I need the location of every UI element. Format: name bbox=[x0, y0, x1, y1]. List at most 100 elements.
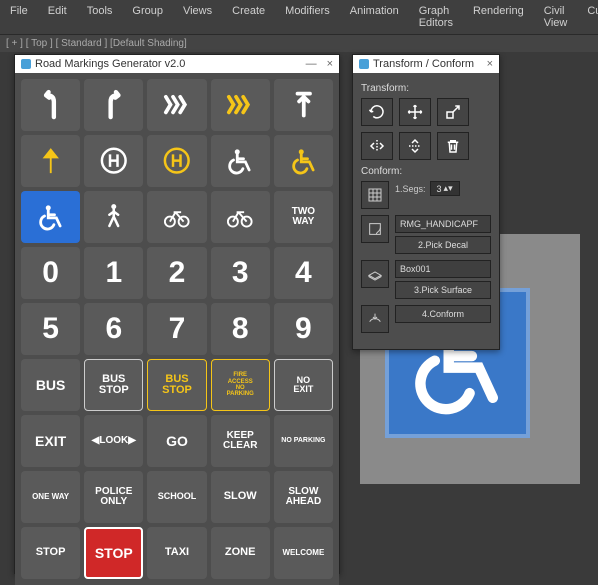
tile-digit-9[interactable]: 9 bbox=[274, 303, 333, 355]
tile-stop-red[interactable]: STOP bbox=[84, 527, 143, 579]
tile-fire-access[interactable]: FIRE ACCESS NO PARKING bbox=[211, 359, 270, 411]
tile-slow-ahead[interactable]: SLOW AHEAD bbox=[274, 471, 333, 523]
pedestrian-icon bbox=[96, 201, 132, 232]
tile-digit-3[interactable]: 3 bbox=[211, 247, 270, 299]
viewport-status-line: [ + ] [ Top ] [ Standard ] [Default Shad… bbox=[0, 35, 598, 52]
menu-file[interactable]: File bbox=[0, 3, 38, 31]
pick-surface-button[interactable]: 3.Pick Surface bbox=[395, 281, 491, 299]
tile-taxi[interactable]: TAXI bbox=[147, 527, 206, 579]
helipad-white-icon bbox=[96, 145, 132, 176]
tile-digit-4[interactable]: 4 bbox=[274, 247, 333, 299]
pick-decal-button[interactable]: 2.Pick Decal bbox=[395, 236, 491, 254]
tile-no-parking[interactable]: NO PARKING bbox=[274, 415, 333, 467]
spinner-arrows-icon: ▴▾ bbox=[444, 183, 453, 194]
tile-digit-5[interactable]: 5 bbox=[21, 303, 80, 355]
mirror-vertical-button[interactable] bbox=[399, 132, 431, 160]
arrow-up-yellow-icon bbox=[33, 145, 69, 176]
mirror-horizontal-button[interactable] bbox=[361, 132, 393, 160]
tile-arrow-left-turn[interactable] bbox=[21, 79, 80, 131]
tile-exit[interactable]: EXIT bbox=[21, 415, 80, 467]
bicycle-icon bbox=[222, 201, 258, 232]
tile-helipad-yellow[interactable] bbox=[147, 135, 206, 187]
tile-no-exit[interactable]: NO EXIT bbox=[274, 359, 333, 411]
menu-edit[interactable]: Edit bbox=[38, 3, 77, 31]
segs-icon-box bbox=[361, 181, 389, 209]
tile-arrow-right-turn[interactable] bbox=[84, 79, 143, 131]
tile-police-only[interactable]: POLICE ONLY bbox=[84, 471, 143, 523]
tile-look[interactable]: ◀LOOK▶ bbox=[84, 415, 143, 467]
tile-digit-7[interactable]: 7 bbox=[147, 303, 206, 355]
tile-pedestrian[interactable] bbox=[84, 191, 143, 243]
scale-button[interactable] bbox=[437, 98, 469, 126]
tile-zone[interactable]: ZONE bbox=[211, 527, 270, 579]
menu-bar: FileEditToolsGroupViewsCreateModifiersAn… bbox=[0, 0, 598, 35]
menu-customize[interactable]: Customize bbox=[577, 3, 598, 31]
tile-wheelchair-blue[interactable] bbox=[21, 191, 80, 243]
transform-titlebar[interactable]: Transform / Conform × bbox=[353, 55, 499, 73]
close-button[interactable]: × bbox=[327, 58, 333, 70]
tile-digit-1[interactable]: 1 bbox=[84, 247, 143, 299]
scale-icon bbox=[444, 103, 462, 121]
bicycle-up-icon bbox=[159, 201, 195, 232]
trash-icon bbox=[444, 137, 462, 155]
tile-two-way[interactable]: TWO WAY bbox=[274, 191, 333, 243]
surface-name-field: Box001 bbox=[395, 260, 491, 278]
minimize-button[interactable]: — bbox=[306, 58, 317, 70]
tile-one-way[interactable]: ONE WAY bbox=[21, 471, 80, 523]
tile-digit-2[interactable]: 2 bbox=[147, 247, 206, 299]
tile-digit-8[interactable]: 8 bbox=[211, 303, 270, 355]
road-markings-panel: Road Markings Generator v2.0 — × TWO WAY… bbox=[14, 54, 340, 574]
move-button[interactable] bbox=[399, 98, 431, 126]
menu-rendering[interactable]: Rendering bbox=[463, 3, 534, 31]
surface-icon-box bbox=[361, 260, 389, 288]
tile-helipad-white[interactable] bbox=[84, 135, 143, 187]
app-icon bbox=[21, 59, 31, 69]
tile-wheelchair-white[interactable] bbox=[211, 135, 270, 187]
markings-grid: TWO WAY0123456789BUSBUS STOPBUS STOPFIRE… bbox=[15, 73, 339, 585]
conform-icon-box bbox=[361, 305, 389, 333]
rotate-button[interactable] bbox=[361, 98, 393, 126]
tile-school[interactable]: SCHOOL bbox=[147, 471, 206, 523]
delete-button[interactable] bbox=[437, 132, 469, 160]
grid-icon bbox=[367, 187, 383, 203]
tile-welcome[interactable]: WELCOME bbox=[274, 527, 333, 579]
tile-chevrons-white[interactable] bbox=[147, 79, 206, 131]
conform-section-label: Conform: bbox=[361, 166, 491, 177]
conform-button[interactable]: 4.Conform bbox=[395, 305, 491, 323]
rotate-icon bbox=[368, 103, 386, 121]
tile-chevrons-yellow[interactable] bbox=[211, 79, 270, 131]
tile-wheelchair-yellow[interactable] bbox=[274, 135, 333, 187]
tile-bus-stop-white[interactable]: BUS STOP bbox=[84, 359, 143, 411]
menu-civil-view[interactable]: Civil View bbox=[534, 3, 578, 31]
tile-bus-stop-yellow[interactable]: BUS STOP bbox=[147, 359, 206, 411]
wheelchair-blue-icon bbox=[33, 201, 69, 232]
menu-graph-editors[interactable]: Graph Editors bbox=[409, 3, 463, 31]
tile-stop[interactable]: STOP bbox=[21, 527, 80, 579]
surface-icon bbox=[367, 266, 383, 282]
helipad-yellow-icon bbox=[159, 145, 195, 176]
arrow-up-bar-icon bbox=[286, 89, 322, 120]
menu-create[interactable]: Create bbox=[222, 3, 275, 31]
tile-keep-clear[interactable]: KEEP CLEAR bbox=[211, 415, 270, 467]
road-markings-titlebar[interactable]: Road Markings Generator v2.0 — × bbox=[15, 55, 339, 73]
menu-modifiers[interactable]: Modifiers bbox=[275, 3, 340, 31]
tile-digit-6[interactable]: 6 bbox=[84, 303, 143, 355]
tile-digit-0[interactable]: 0 bbox=[21, 247, 80, 299]
tile-bicycle[interactable] bbox=[211, 191, 270, 243]
segs-spinner[interactable]: 3▴▾ bbox=[430, 181, 460, 196]
tile-slow[interactable]: SLOW bbox=[211, 471, 270, 523]
wheelchair-yellow-icon bbox=[286, 145, 322, 176]
menu-animation[interactable]: Animation bbox=[340, 3, 409, 31]
menu-group[interactable]: Group bbox=[122, 3, 173, 31]
tile-go[interactable]: GO bbox=[147, 415, 206, 467]
tile-bus[interactable]: BUS bbox=[21, 359, 80, 411]
menu-views[interactable]: Views bbox=[173, 3, 222, 31]
segs-label: 1.Segs: bbox=[395, 184, 426, 194]
tile-bicycle-up[interactable] bbox=[147, 191, 206, 243]
conform-icon bbox=[367, 311, 383, 327]
tile-arrow-up-yellow[interactable] bbox=[21, 135, 80, 187]
tile-arrow-up-bar[interactable] bbox=[274, 79, 333, 131]
menu-tools[interactable]: Tools bbox=[77, 3, 123, 31]
wheelchair-white-icon bbox=[222, 145, 258, 176]
close-button[interactable]: × bbox=[487, 58, 493, 70]
